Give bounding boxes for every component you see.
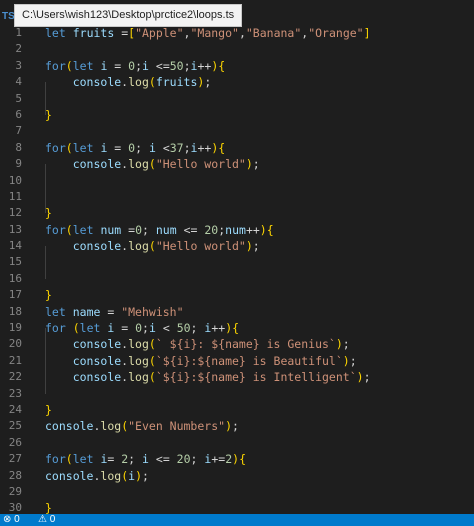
code-text[interactable]: console.log("Hello world"); <box>45 238 260 254</box>
line-number: 27 <box>8 452 22 466</box>
status-bar: ⊗ 0 ⚠ 0 <box>0 514 474 526</box>
line-number: 6 <box>15 107 22 121</box>
line-number: 9 <box>15 157 22 171</box>
code-line[interactable]: 15 <box>0 254 474 270</box>
line-number: 28 <box>8 468 22 482</box>
line-number: 22 <box>8 370 22 384</box>
line-number: 19 <box>8 321 22 335</box>
code-text[interactable]: for(let num =0; num <= 20;num++){ <box>45 222 274 238</box>
code-text[interactable]: for(let i = 0; i <37;i++){ <box>45 140 225 156</box>
code-text[interactable]: } <box>45 402 52 418</box>
code-text[interactable]: } <box>45 287 52 303</box>
code-text[interactable]: console.log(`${i}:${name} is Intelligent… <box>45 369 371 385</box>
code-line[interactable]: 12} <box>0 205 474 221</box>
warnings-indicator[interactable]: ⚠ 0 <box>38 514 55 526</box>
line-number: 16 <box>8 271 22 285</box>
code-text[interactable]: let fruits =["Apple","Mango","Banana","O… <box>45 25 371 41</box>
code-line[interactable]: 13 for(let num =0; num <= 20;num++){ <box>0 222 474 238</box>
code-text[interactable]: console.log("Hello world"); <box>45 156 260 172</box>
line-number: 24 <box>8 402 22 416</box>
line-number: 29 <box>8 484 22 498</box>
code-line[interactable]: 4 console.log(fruits); <box>0 74 474 90</box>
code-line[interactable]: 30} <box>0 500 474 514</box>
code-line[interactable]: 14 console.log("Hello world"); <box>0 238 474 254</box>
code-text[interactable]: console.log(fruits); <box>45 74 212 90</box>
error-count: 0 <box>14 514 20 525</box>
code-line[interactable]: 26 <box>0 435 474 451</box>
line-number: 8 <box>15 140 22 154</box>
line-number: 13 <box>8 222 22 236</box>
code-editor[interactable]: TS C:\Users\wish123\Desktop\prctice2\loo… <box>0 0 474 514</box>
line-number: 15 <box>8 255 22 269</box>
code-line[interactable]: 18 let name = "Mehwish" <box>0 304 474 320</box>
code-text[interactable]: console.log(`${i}:${name} is Beautiful`)… <box>45 353 357 369</box>
line-number: 18 <box>8 304 22 318</box>
code-line[interactable]: 20 console.log(` ${i}: ${name} is Genius… <box>0 336 474 352</box>
code-line[interactable]: 2 <box>0 41 474 57</box>
code-line[interactable]: 5 <box>0 91 474 107</box>
code-line[interactable]: 29 <box>0 484 474 500</box>
line-number: 21 <box>8 353 22 367</box>
code-line[interactable]: 10 <box>0 173 474 189</box>
code-text[interactable]: for (let i = 0;i < 50; i++){ <box>45 320 239 336</box>
code-text[interactable]: for(let i = 0;i <=50;i++){ <box>45 58 225 74</box>
code-line[interactable]: 21 console.log(`${i}:${name} is Beautifu… <box>0 353 474 369</box>
code-line[interactable]: 22 console.log(`${i}:${name} is Intellig… <box>0 369 474 385</box>
code-text[interactable]: console.log(i); <box>45 468 149 484</box>
line-number: 14 <box>8 239 22 253</box>
code-line[interactable]: 1 let fruits =["Apple","Mango","Banana","… <box>0 25 474 41</box>
code-line[interactable]: 17} <box>0 287 474 303</box>
code-line[interactable]: 11 <box>0 189 474 205</box>
code-line[interactable]: 16 <box>0 271 474 287</box>
errors-indicator[interactable]: ⊗ 0 <box>3 514 20 526</box>
code-area[interactable]: 1 let fruits =["Apple","Mango","Banana","… <box>0 25 474 514</box>
code-line[interactable]: 28 console.log(i); <box>0 468 474 484</box>
code-text[interactable]: } <box>45 107 52 123</box>
code-line[interactable]: 6} <box>0 107 474 123</box>
line-number: 12 <box>8 206 22 220</box>
code-line[interactable]: 24} <box>0 402 474 418</box>
code-text[interactable]: for(let i= 2; i <= 20; i+=2){ <box>45 451 246 467</box>
code-line[interactable]: 25 console.log("Even Numbers"); <box>0 418 474 434</box>
line-number: 2 <box>15 42 22 56</box>
code-line[interactable]: 27 for(let i= 2; i <= 20; i+=2){ <box>0 451 474 467</box>
line-number: 23 <box>8 386 22 400</box>
code-line[interactable]: 7 <box>0 123 474 139</box>
line-number: 5 <box>15 91 22 105</box>
line-number: 17 <box>8 288 22 302</box>
code-text[interactable]: console.log(` ${i}: ${name} is Genius`); <box>45 336 350 352</box>
line-number: 26 <box>8 435 22 449</box>
line-number: 30 <box>8 501 22 514</box>
line-number: 11 <box>8 189 22 203</box>
warning-icon: ⚠ <box>38 514 47 525</box>
line-number: 7 <box>15 124 22 138</box>
line-number: 25 <box>8 419 22 433</box>
line-number: 10 <box>8 173 22 187</box>
code-line[interactable]: 3 for(let i = 0;i <=50;i++){ <box>0 58 474 74</box>
code-line[interactable]: 9 console.log("Hello world"); <box>0 156 474 172</box>
error-icon: ⊗ <box>3 514 12 525</box>
code-text[interactable]: } <box>45 500 52 514</box>
code-text[interactable]: } <box>45 205 52 221</box>
code-line[interactable]: 23 <box>0 386 474 402</box>
code-text[interactable]: console.log("Even Numbers"); <box>45 418 239 434</box>
line-number: 4 <box>15 75 22 89</box>
line-number: 20 <box>8 337 22 351</box>
line-number: 3 <box>15 58 22 72</box>
warning-count: 0 <box>49 514 56 525</box>
code-text[interactable]: let name = "Mehwish" <box>45 304 184 320</box>
code-line[interactable]: 19 for (let i = 0;i < 50; i++){ <box>0 320 474 336</box>
code-line[interactable]: 8 for(let i = 0; i <37;i++){ <box>0 140 474 156</box>
typescript-file-badge: TS <box>2 11 15 22</box>
file-path-tooltip: C:\Users\wish123\Desktop\prctice2\loops.… <box>14 4 243 27</box>
line-number: 1 <box>15 26 22 39</box>
